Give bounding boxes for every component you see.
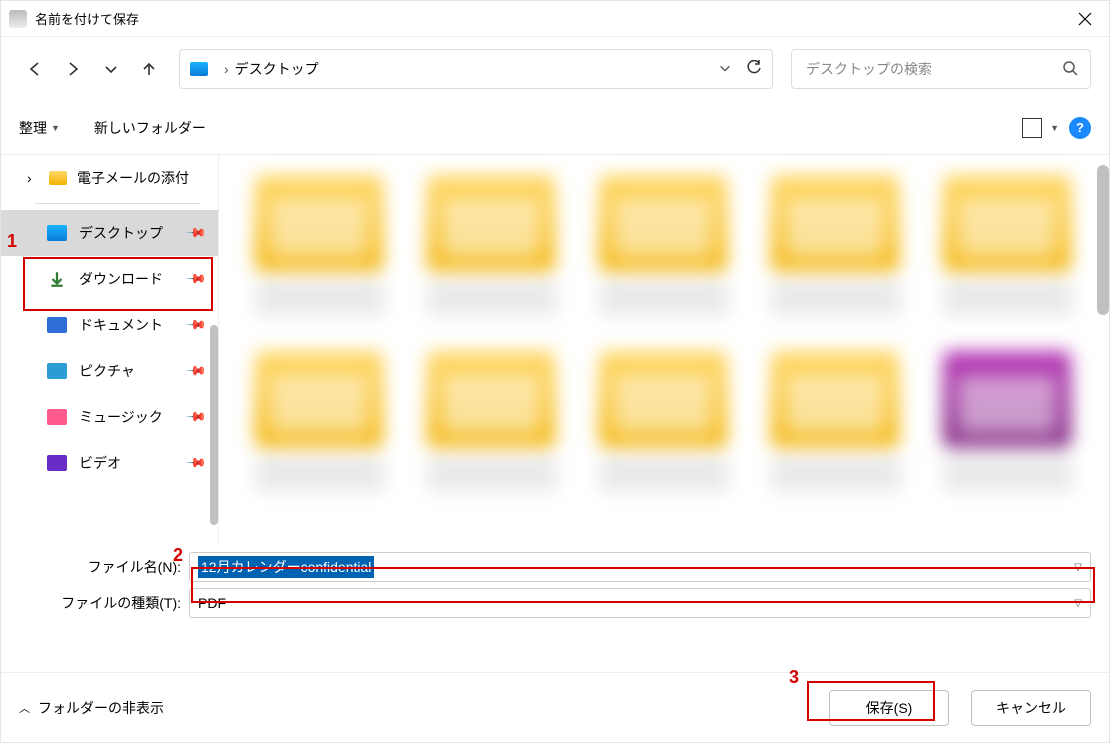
folder-tile[interactable] <box>771 175 901 315</box>
filetype-label: ファイルの種類(T): <box>1 593 189 613</box>
chevron-down-icon <box>103 61 119 77</box>
sidebar-item-desktop[interactable]: デスクトップ 📌 <box>1 210 218 256</box>
folder-tile[interactable] <box>255 175 385 315</box>
forward-button[interactable] <box>57 53 89 85</box>
tree-item-mail-attachments[interactable]: › 電子メールの添付 <box>1 163 218 193</box>
sidebar-item-label: ピクチャ <box>79 361 135 381</box>
main-area: › 電子メールの添付 デスクトップ 📌 ダウンロード 📌 ドキュメント 📌 ピク… <box>1 155 1109 543</box>
up-button[interactable] <box>133 53 165 85</box>
folder-tile[interactable] <box>599 175 729 315</box>
sidebar-item-label: ミュージック <box>79 407 163 427</box>
close-button[interactable] <box>1061 1 1109 37</box>
close-icon <box>1078 12 1092 26</box>
pin-icon: 📌 <box>185 360 208 383</box>
nav-row: › デスクトップ <box>1 37 1109 101</box>
view-icon <box>1022 118 1042 138</box>
file-grid <box>255 175 1085 491</box>
video-icon <box>47 455 67 471</box>
toolbar: 整理 ▼ 新しいフォルダー ▼ ? <box>1 101 1109 155</box>
filename-label: ファイル名(N): <box>1 557 189 577</box>
pictures-icon <box>47 363 67 379</box>
refresh-icon <box>746 60 762 76</box>
fields: ファイル名(N): 12月カレンダーconfidential ▽ ファイルの種類… <box>1 543 1109 621</box>
music-icon <box>47 409 67 425</box>
folder-tile[interactable] <box>599 351 729 491</box>
sidebar-item-label: ドキュメント <box>79 315 163 335</box>
title-bar: 名前を付けて保存 <box>1 1 1109 37</box>
help-button[interactable]: ? <box>1069 117 1091 139</box>
address-dropdown-button[interactable] <box>718 61 732 78</box>
hide-folders-label: フォルダーの非表示 <box>38 698 164 718</box>
chevron-down-icon[interactable]: ▽ <box>1074 598 1082 609</box>
row-filename: ファイル名(N): 12月カレンダーconfidential ▽ <box>1 549 1109 585</box>
organize-label: 整理 <box>19 118 47 138</box>
pin-icon: 📌 <box>185 314 208 337</box>
chevron-down-icon[interactable]: ▽ <box>1074 562 1082 573</box>
content-pane[interactable] <box>219 155 1109 543</box>
chevron-down-icon <box>718 61 732 75</box>
breadcrumb-location[interactable]: デスクトップ <box>235 59 319 79</box>
footer: ︿ フォルダーの非表示 保存(S) キャンセル <box>1 672 1109 742</box>
arrow-up-icon <box>141 61 157 77</box>
arrow-right-icon <box>65 61 81 77</box>
app-icon <box>9 10 27 28</box>
new-folder-button[interactable]: 新しいフォルダー <box>94 118 206 138</box>
breadcrumb-separator-icon: › <box>224 61 229 77</box>
folder-tile[interactable] <box>427 175 557 315</box>
folder-tile[interactable] <box>943 351 1073 491</box>
pin-icon: 📌 <box>185 268 208 291</box>
download-icon <box>47 271 67 287</box>
desktop-icon <box>47 225 67 241</box>
sidebar-item-label: デスクトップ <box>79 223 163 243</box>
filename-input[interactable]: 12月カレンダーconfidential ▽ <box>189 552 1091 582</box>
tree-item-label: 電子メールの添付 <box>77 168 189 188</box>
sidebar-item-documents[interactable]: ドキュメント 📌 <box>1 302 218 348</box>
desktop-icon <box>190 62 208 76</box>
address-bar[interactable]: › デスクトップ <box>179 49 773 89</box>
sidebar-item-label: ビデオ <box>79 453 121 473</box>
sidebar-item-label: ダウンロード <box>79 269 163 289</box>
sidebar: › 電子メールの添付 デスクトップ 📌 ダウンロード 📌 ドキュメント 📌 ピク… <box>1 155 219 543</box>
dropdown-triangle-icon: ▼ <box>51 123 60 133</box>
sidebar-item-music[interactable]: ミュージック 📌 <box>1 394 218 440</box>
sidebar-divider <box>35 203 200 204</box>
window-title: 名前を付けて保存 <box>35 9 139 28</box>
filetype-select[interactable]: PDF ▽ <box>189 588 1091 618</box>
folder-tile[interactable] <box>943 175 1073 315</box>
save-button[interactable]: 保存(S) <box>829 690 949 726</box>
row-filetype: ファイルの種類(T): PDF ▽ <box>1 585 1109 621</box>
sidebar-scrollbar[interactable] <box>210 325 218 525</box>
filetype-value: PDF <box>198 595 226 611</box>
recent-button[interactable] <box>95 53 127 85</box>
sidebar-item-downloads[interactable]: ダウンロード 📌 <box>1 256 218 302</box>
hide-folders-button[interactable]: ︿ フォルダーの非表示 <box>19 698 164 718</box>
arrow-left-icon <box>27 61 43 77</box>
dropdown-triangle-icon: ▼ <box>1050 123 1059 133</box>
chevron-right-icon: › <box>27 170 39 186</box>
search-bar[interactable] <box>791 49 1091 89</box>
content-scrollbar[interactable] <box>1097 165 1109 315</box>
cancel-button[interactable]: キャンセル <box>971 690 1091 726</box>
search-input[interactable] <box>804 60 1062 78</box>
folder-icon <box>49 171 67 185</box>
chevron-up-icon: ︿ <box>19 700 30 716</box>
folder-tile[interactable] <box>771 351 901 491</box>
folder-tile[interactable] <box>255 351 385 491</box>
pin-icon: 📌 <box>185 406 208 429</box>
folder-tile[interactable] <box>427 351 557 491</box>
pin-icon: 📌 <box>185 452 208 475</box>
sidebar-item-pictures[interactable]: ピクチャ 📌 <box>1 348 218 394</box>
filename-value: 12月カレンダーconfidential <box>198 556 374 578</box>
view-menu[interactable]: ▼ <box>1022 118 1059 138</box>
document-icon <box>47 317 67 333</box>
search-icon <box>1062 60 1078 79</box>
back-button[interactable] <box>19 53 51 85</box>
pin-icon: 📌 <box>185 222 208 245</box>
sidebar-item-videos[interactable]: ビデオ 📌 <box>1 440 218 486</box>
organize-menu[interactable]: 整理 ▼ <box>19 118 60 138</box>
refresh-button[interactable] <box>746 60 762 79</box>
